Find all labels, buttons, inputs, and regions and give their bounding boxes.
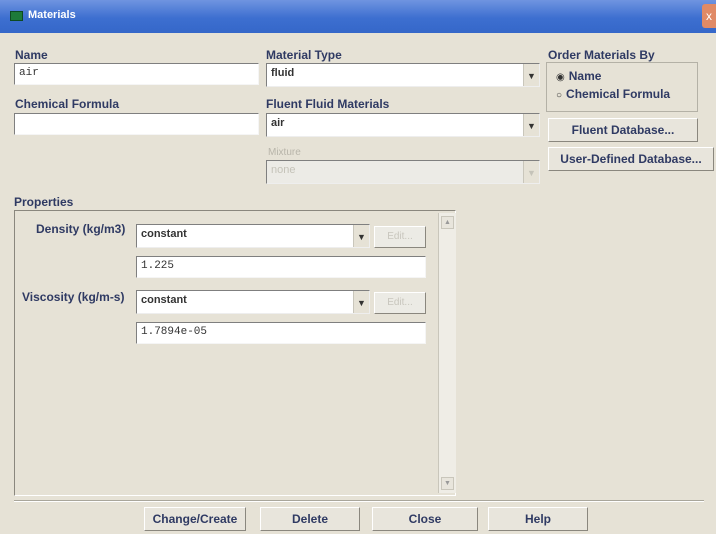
fluent-fluid-materials-value: air xyxy=(271,117,285,129)
radio-unselected-icon: ○ xyxy=(556,90,563,101)
chemical-formula-input[interactable] xyxy=(14,113,259,135)
density-method-select[interactable]: constant ▼ xyxy=(136,224,370,248)
mixture-value: none xyxy=(271,164,296,176)
density-method-value: constant xyxy=(141,228,187,240)
title-bar: Materials x xyxy=(0,0,716,33)
app-icon xyxy=(10,11,23,21)
mixture-select: none ▼ xyxy=(266,160,540,184)
material-type-select[interactable]: fluid ▼ xyxy=(266,63,540,87)
change-create-button[interactable]: Change/Create xyxy=(144,507,246,531)
chemical-formula-label: Chemical Formula xyxy=(15,97,120,111)
chevron-down-icon[interactable]: ▼ xyxy=(523,64,539,86)
fluent-fluid-materials-select[interactable]: air ▼ xyxy=(266,113,540,137)
help-button[interactable]: Help xyxy=(488,507,588,531)
user-defined-database-button[interactable]: User-Defined Database... xyxy=(548,147,714,171)
chevron-down-icon[interactable]: ▼ xyxy=(353,291,369,313)
viscosity-edit-button: Edit... xyxy=(374,292,426,314)
material-type-value: fluid xyxy=(271,67,295,79)
radio-selected-icon: ◉ xyxy=(556,72,565,83)
close-window-button[interactable]: x xyxy=(702,4,716,28)
scroll-down-icon[interactable]: ▼ xyxy=(441,477,454,490)
order-by-chemical-formula-radio[interactable]: ○ Chemical Formula xyxy=(556,87,670,101)
density-value-input[interactable]: 1.225 xyxy=(136,256,426,278)
viscosity-label: Viscosity (kg/m-s) xyxy=(22,290,125,304)
order-by-name-label: Name xyxy=(568,69,602,83)
chevron-down-icon[interactable]: ▼ xyxy=(523,114,539,136)
scroll-up-icon[interactable]: ▲ xyxy=(441,216,454,229)
properties-panel xyxy=(14,210,456,496)
viscosity-value-input[interactable]: 1.7894e-05 xyxy=(136,322,426,344)
fluent-fluid-materials-label: Fluent Fluid Materials xyxy=(266,97,390,111)
name-label: Name xyxy=(15,48,48,62)
chevron-down-icon[interactable]: ▼ xyxy=(353,225,369,247)
window-title: Materials xyxy=(28,9,76,21)
density-label: Density (kg/m3) xyxy=(36,222,126,236)
order-by-name-radio[interactable]: ◉ Name xyxy=(556,69,601,83)
order-materials-label: Order Materials By xyxy=(548,48,655,62)
chevron-down-icon: ▼ xyxy=(523,161,539,183)
material-type-label: Material Type xyxy=(266,48,342,62)
order-by-chemical-formula-label: Chemical Formula xyxy=(566,87,671,101)
density-edit-button: Edit... xyxy=(374,226,426,248)
fluent-database-button[interactable]: Fluent Database... xyxy=(548,118,698,142)
viscosity-method-value: constant xyxy=(141,294,187,306)
viscosity-method-select[interactable]: constant ▼ xyxy=(136,290,370,314)
delete-button[interactable]: Delete xyxy=(260,507,360,531)
mixture-label: Mixture xyxy=(268,147,301,158)
properties-scrollbar[interactable]: ▲ ▼ xyxy=(438,213,456,493)
close-button[interactable]: Close xyxy=(372,507,478,531)
footer-divider xyxy=(14,500,704,502)
name-input[interactable]: air xyxy=(14,63,259,85)
properties-label: Properties xyxy=(14,195,74,209)
